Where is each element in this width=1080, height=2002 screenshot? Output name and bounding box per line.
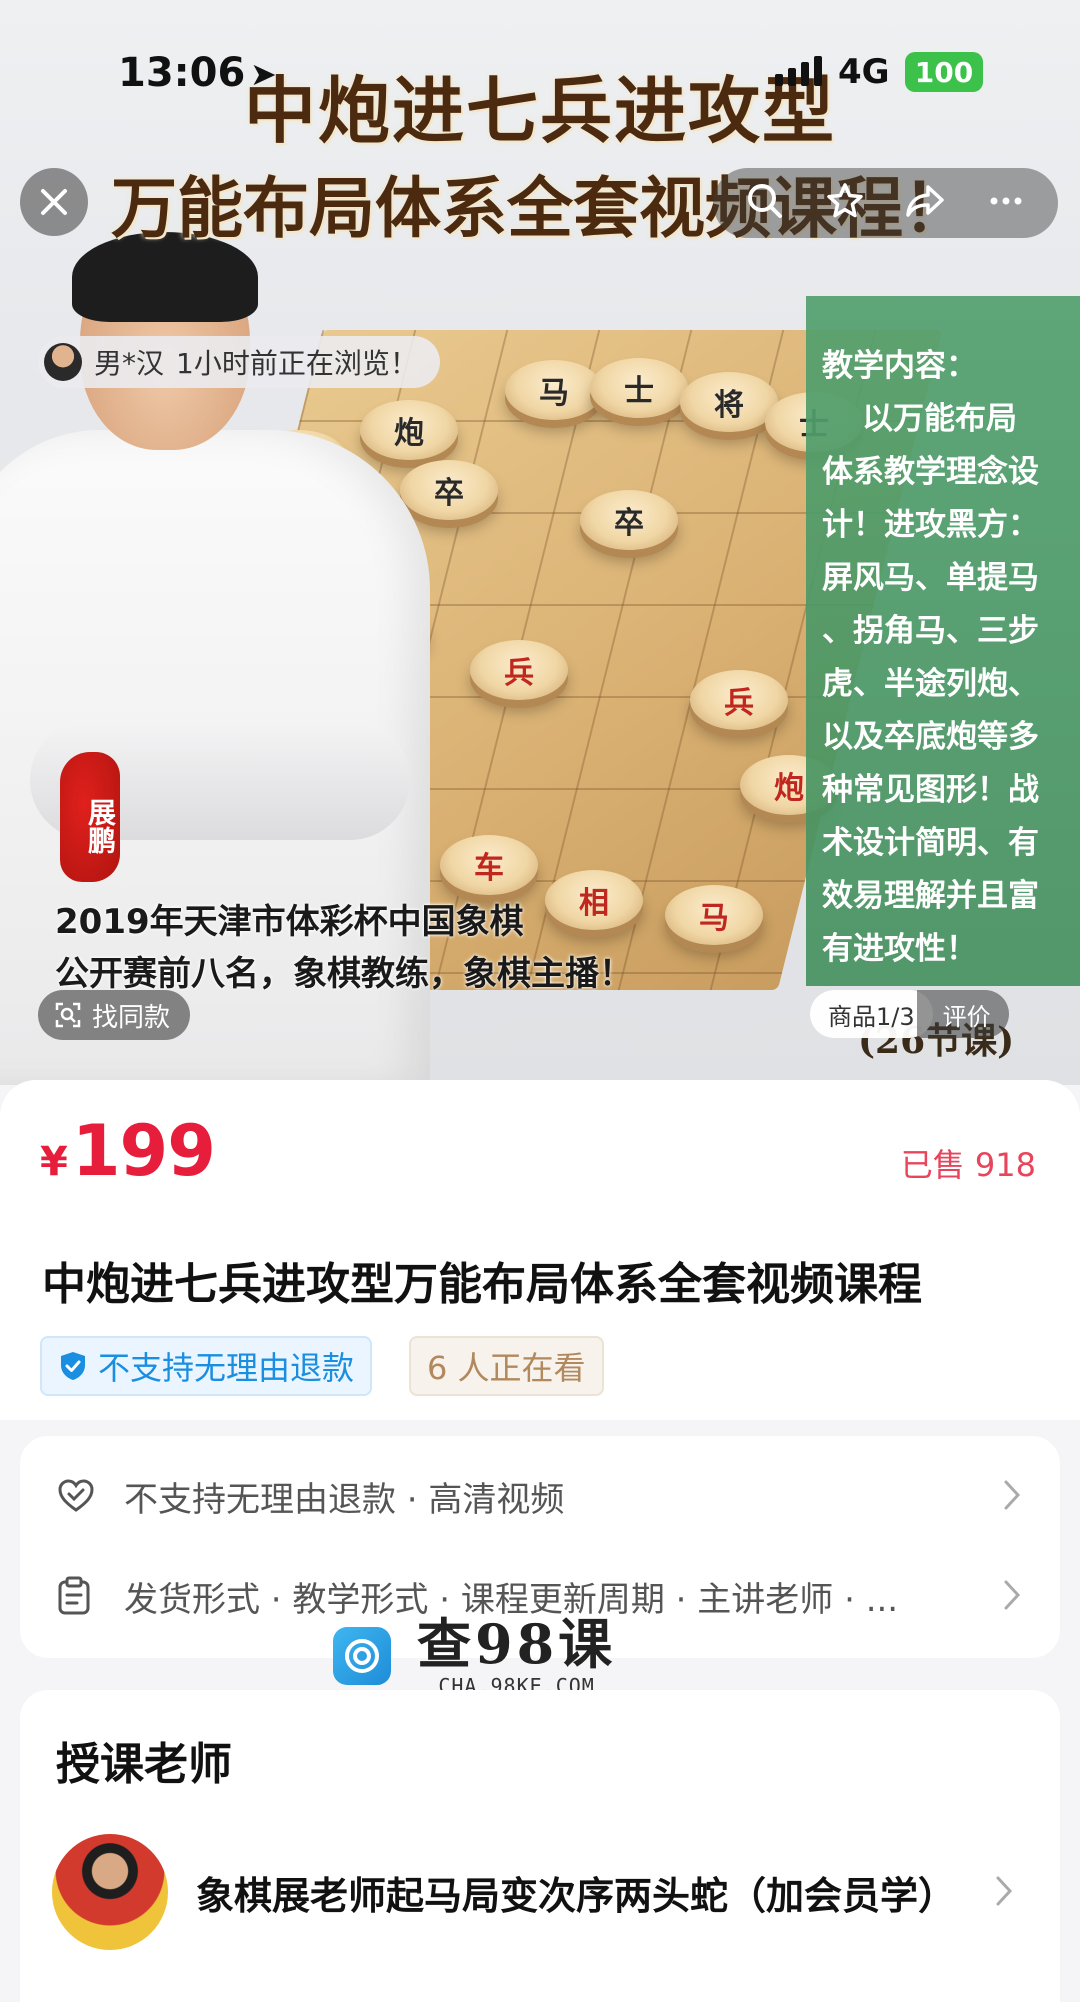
location-arrow-icon: ➤	[250, 55, 277, 93]
teacher-heading: 授课老师	[56, 1739, 232, 1790]
search-icon	[747, 184, 782, 218]
heart-shield-icon	[56, 1476, 98, 1516]
visitor-activity: 1小时前正在浏览！	[176, 347, 418, 380]
caption-line1: 2019年天津市体彩杯中国象棋	[55, 902, 524, 942]
watermark-logo-icon	[333, 1627, 391, 1685]
chess-piece: 士	[590, 358, 688, 418]
viewers-tag: 6 人正在看	[409, 1336, 604, 1396]
panel-line: 效易理解并且富	[822, 878, 1039, 914]
chevron-right-icon	[1004, 1480, 1021, 1510]
more-icon	[990, 197, 1022, 205]
currency-symbol: ¥	[40, 1139, 68, 1185]
service-text: 不支持无理由退款 · 高清视频	[124, 1479, 565, 1520]
close-button[interactable]	[20, 168, 88, 236]
price: ¥ 199	[40, 1110, 216, 1192]
chess-piece: 卒	[580, 490, 678, 550]
product-image-carousel[interactable]: 马士将士炮卒卒卒兵兵兵炮车相马 中炮进七兵进攻型 万能布局体系全套视频课程！ 1…	[0, 0, 1080, 1085]
price-value: 199	[71, 1110, 216, 1192]
clipboard-icon	[56, 1576, 98, 1616]
panel-line: 种常见图形！战	[822, 772, 1039, 808]
favorite-button[interactable]	[825, 181, 865, 225]
find-same-label: 找同款	[92, 1002, 171, 1033]
carousel-counter[interactable]: 商品1/3	[810, 990, 933, 1038]
teaching-content-panel: 教学内容： 以万能布局体系教学理念设 计！进攻黑方： 屏风马、单提马 、拐角马、三步虎…	[806, 296, 1080, 986]
scan-search-icon	[55, 1002, 81, 1028]
star-icon	[826, 183, 863, 218]
refund-policy-label: 不支持无理由退款	[98, 1349, 355, 1387]
chevron-right-icon	[996, 1876, 1013, 1906]
review-tab[interactable]: 评价	[916, 990, 1009, 1038]
status-bar: 13:06 ➤ 4G 100	[0, 0, 1080, 150]
panel-line: 体系教学理念设	[822, 454, 1039, 490]
top-action-bar	[713, 168, 1058, 238]
product-page: 马士将士炮卒卒卒兵兵兵炮车相马 中炮进七兵进攻型 万能布局体系全套视频课程！ 1…	[0, 0, 1080, 2002]
find-same-button[interactable]: 找同款	[38, 990, 191, 1040]
battery-icon: 100	[905, 52, 983, 92]
panel-line: 有进攻性！	[822, 931, 977, 967]
battery-level: 100	[914, 55, 974, 89]
product-title: 中炮进七兵进攻型万能布局体系全套视频课程	[42, 1259, 922, 1310]
shield-check-icon	[61, 1352, 85, 1380]
share-icon	[906, 185, 945, 217]
panel-line: 虎、半途列炮、	[822, 666, 1039, 702]
panel-line: 以及卒底炮等多	[822, 719, 1039, 755]
status-time: 13:06	[118, 50, 246, 96]
chess-piece: 马	[505, 360, 603, 420]
chess-piece: 兵	[690, 670, 788, 730]
more-button[interactable]	[986, 181, 1026, 225]
chess-piece: 将	[680, 372, 778, 432]
panel-line: 、拐角马、三步	[822, 613, 1039, 649]
search-button[interactable]	[745, 181, 785, 225]
visitor-name: 男*汉	[94, 347, 165, 380]
sold-count: 已售 918	[900, 1146, 1036, 1184]
share-button[interactable]	[904, 181, 946, 225]
watermark-name: 查98课	[417, 1612, 617, 1676]
chevron-right-icon	[1004, 1580, 1021, 1610]
close-icon	[41, 189, 67, 215]
panel-line: 术设计简明、有	[822, 825, 1039, 861]
recent-visitor-pill: 男*汉 1小时前正在浏览！	[38, 336, 440, 388]
site-watermark: 查98课 CHA.98KE.COM	[333, 1614, 616, 1698]
panel-line: 以万能布局	[862, 401, 1017, 437]
teacher-row[interactable]: 象棋展老师起马局变次序两头蛇（加会员学）	[52, 1832, 1042, 1952]
network-type: 4G	[838, 52, 890, 92]
teacher-name: 象棋展老师起马局变次序两头蛇（加会员学）	[196, 1873, 957, 1918]
service-row[interactable]: 不支持无理由退款 · 高清视频	[20, 1446, 1060, 1546]
refund-policy-tag[interactable]: 不支持无理由退款	[40, 1336, 373, 1396]
teacher-avatar	[52, 1834, 168, 1950]
chess-piece: 马	[665, 885, 763, 945]
visitor-avatar	[44, 343, 82, 381]
panel-lead: 教学内容：	[822, 348, 977, 384]
panel-line: 计！进攻黑方：	[822, 507, 1039, 543]
signal-icon	[775, 56, 822, 86]
name-seal: 展鹏	[60, 752, 120, 882]
hero-caption: 2019年天津市体彩杯中国象棋 公开赛前八名，象棋教练，象棋主播！	[55, 896, 633, 1000]
panel-line: 屏风马、单提马	[822, 560, 1039, 596]
carousel-controls: 商品1/3 评价	[810, 990, 1009, 1038]
chess-piece: 兵	[470, 640, 568, 700]
